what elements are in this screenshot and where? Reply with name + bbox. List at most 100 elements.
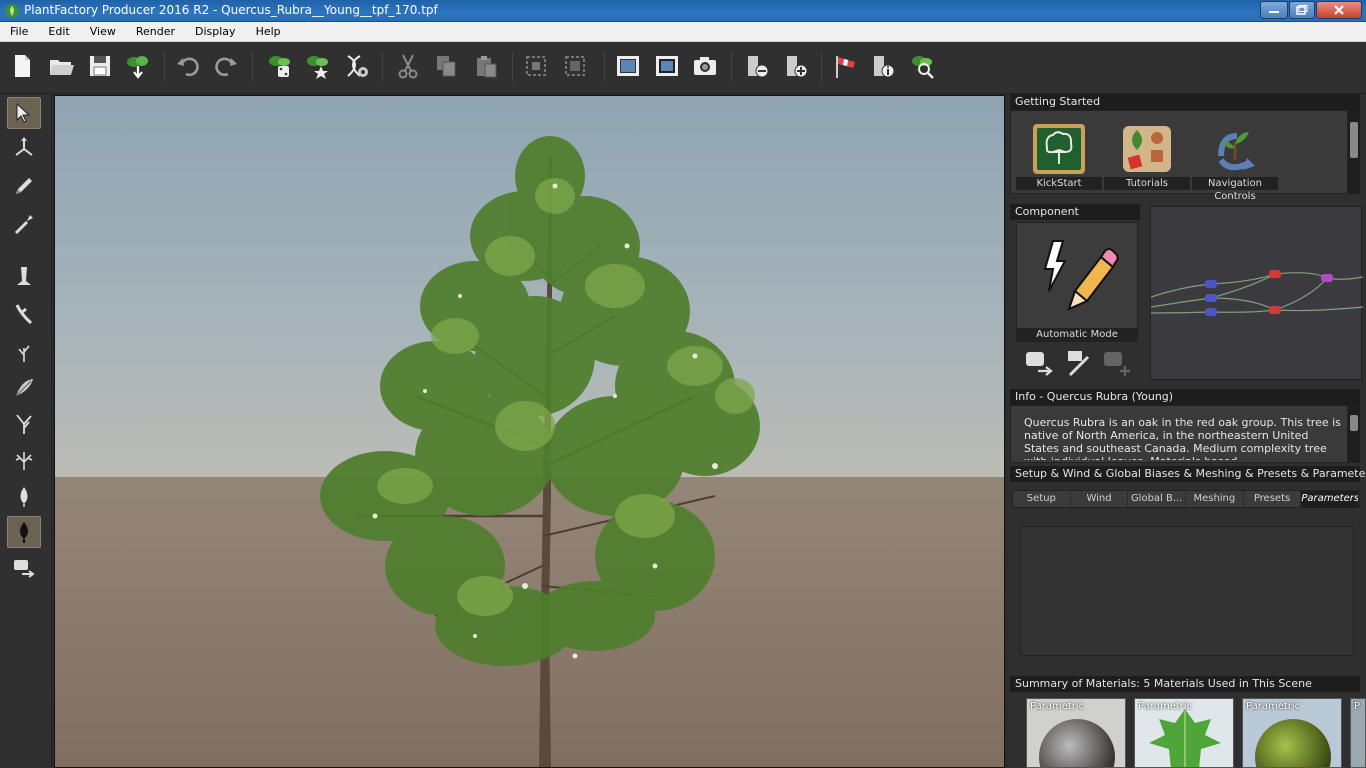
redo-button[interactable] [210, 50, 242, 82]
component-paint-button[interactable] [1064, 349, 1094, 377]
brush-tool[interactable] [7, 208, 41, 240]
menu-view[interactable]: View [80, 22, 126, 41]
wind-button[interactable] [829, 50, 861, 82]
material-label: P [1354, 701, 1361, 712]
getting-started-scrollbar[interactable] [1348, 110, 1360, 194]
plant-star-icon [307, 56, 328, 79]
node-export-icon [1026, 352, 1053, 376]
left-tool-palette [0, 94, 52, 768]
select-tool[interactable] [7, 97, 41, 129]
undo-icon [177, 57, 199, 77]
material-partial[interactable]: P [1350, 698, 1366, 768]
maximize-button[interactable] [1289, 1, 1315, 19]
select-arrow-icon [16, 102, 31, 123]
tab-global-biases[interactable]: Global B... [1128, 491, 1187, 507]
add-node-button[interactable] [780, 50, 812, 82]
paint-brush-icon [1068, 351, 1090, 377]
tutorials-label: Tutorials [1104, 177, 1190, 190]
save-button[interactable] [84, 50, 116, 82]
windsock-icon [836, 56, 855, 78]
random-plant-button[interactable] [263, 50, 295, 82]
open-file-button[interactable] [45, 50, 77, 82]
copy-button[interactable] [430, 50, 462, 82]
node-graph-panel[interactable] [1150, 206, 1364, 380]
pencil-icon [16, 178, 32, 194]
material-label: Parametric [1246, 701, 1301, 712]
tab-meshing[interactable]: Meshing [1186, 491, 1244, 507]
remove-node-button[interactable] [741, 50, 773, 82]
pencil-tool[interactable] [7, 170, 41, 202]
material-bark[interactable]: Parametric [1026, 698, 1126, 768]
group-icon [526, 56, 546, 76]
render-region-button[interactable] [651, 50, 683, 82]
twig-tool[interactable] [7, 336, 41, 368]
cut-icon [398, 54, 418, 79]
automatic-mode-label: Automatic Mode [1017, 328, 1137, 341]
material-green[interactable]: Parametric [1242, 698, 1342, 768]
dna-settings-icon [347, 55, 368, 77]
material-label: Parametric [1138, 701, 1193, 712]
tree-render [320, 136, 760, 767]
add-node-icon [787, 56, 808, 78]
move-tool[interactable] [7, 132, 41, 164]
ungroup-button[interactable] [559, 50, 591, 82]
menu-file[interactable]: File [0, 22, 38, 41]
camera-icon [694, 57, 716, 75]
frond-tool[interactable] [7, 372, 41, 404]
fork-tool[interactable] [7, 408, 41, 440]
import-plant-button[interactable] [122, 50, 154, 82]
minimize-button[interactable] [1260, 1, 1288, 19]
info-scrollbar[interactable] [1348, 405, 1360, 463]
zoom-plant-button[interactable] [906, 50, 938, 82]
frond-icon [15, 379, 33, 397]
new-file-button[interactable] [6, 50, 38, 82]
camera-button[interactable] [689, 50, 721, 82]
undo-button[interactable] [172, 50, 204, 82]
menu-edit[interactable]: Edit [38, 22, 79, 41]
navigation-controls-button[interactable]: Navigation Controls [1192, 118, 1278, 202]
leaf-tool[interactable] [7, 516, 41, 548]
getting-started-header: Getting Started [1010, 94, 1360, 110]
3d-viewport[interactable] [54, 95, 1005, 768]
menu-render[interactable]: Render [126, 22, 185, 41]
material-leaf[interactable]: Parametric [1134, 698, 1234, 768]
main-toolbar [0, 42, 1366, 94]
zoom-plant-icon [912, 56, 934, 79]
tutorials-button[interactable]: Tutorials [1104, 118, 1190, 190]
node-export-tool[interactable] [7, 552, 41, 584]
tutorials-icon [1123, 126, 1171, 172]
trunk-icon [17, 267, 31, 285]
plantfactory-window: PlantFactory Producer 2016 R2 - Quercus_… [0, 0, 1366, 768]
cut-button[interactable] [392, 50, 424, 82]
shrub-tool[interactable] [7, 444, 41, 476]
menu-help[interactable]: Help [246, 22, 291, 41]
paste-icon [477, 56, 497, 78]
close-icon [1334, 5, 1344, 15]
trunk-tool[interactable] [7, 260, 41, 292]
kickstart-button[interactable]: KickStart [1016, 118, 1102, 190]
parameters-panel [1020, 526, 1354, 656]
menu-display[interactable]: Display [185, 22, 246, 41]
fork-icon [16, 414, 32, 434]
tab-setup[interactable]: Setup [1013, 491, 1071, 507]
window-title: PlantFactory Producer 2016 R2 - Quercus_… [24, 3, 438, 17]
component-add-button[interactable] [1102, 349, 1132, 377]
group-button[interactable] [520, 50, 552, 82]
twig-icon [18, 345, 30, 362]
plant-star-button[interactable] [301, 50, 333, 82]
automatic-mode-button[interactable]: Automatic Mode [1016, 222, 1138, 342]
info-description: Quercus Rubra is an oak in the red oak g… [1024, 416, 1341, 460]
droplet-tool[interactable] [7, 480, 41, 512]
branch-icon [15, 304, 33, 325]
render-frame-button[interactable] [612, 50, 644, 82]
tab-wind[interactable]: Wind [1071, 491, 1129, 507]
close-button[interactable] [1316, 1, 1362, 19]
component-export-button[interactable] [1024, 349, 1054, 377]
tab-parameters[interactable]: Parameters [1301, 491, 1360, 507]
dna-settings-button[interactable] [340, 50, 372, 82]
node-info-button[interactable] [867, 50, 899, 82]
tab-presets[interactable]: Presets [1244, 491, 1302, 507]
paste-button[interactable] [470, 50, 502, 82]
branch-tool[interactable] [7, 298, 41, 330]
node-info-icon [874, 56, 895, 78]
